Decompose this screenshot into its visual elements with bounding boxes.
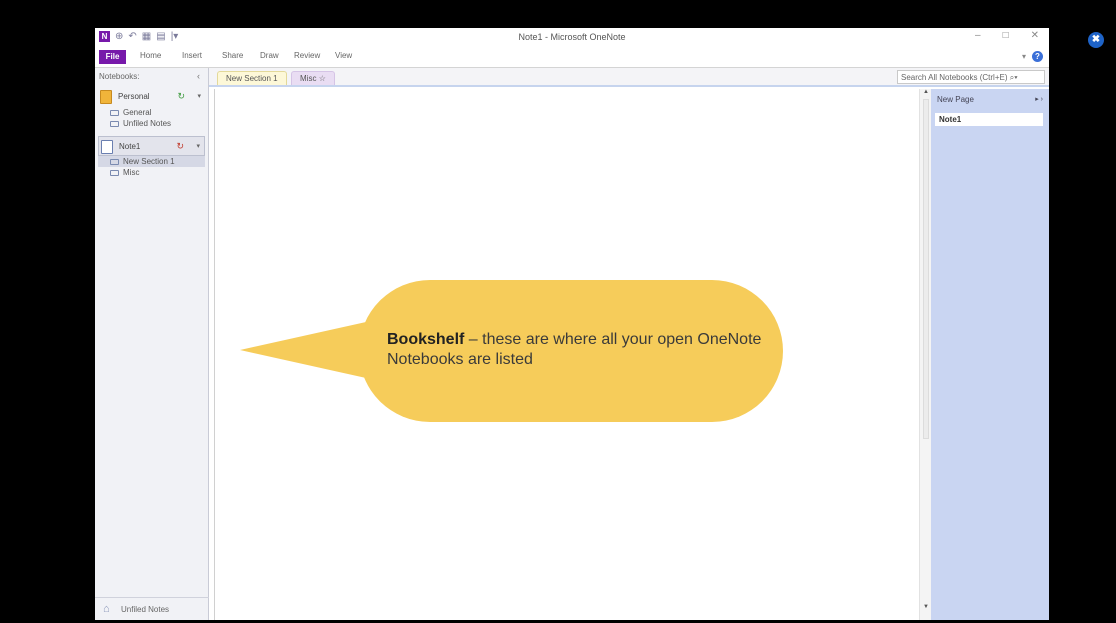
tab-view[interactable]: View bbox=[335, 51, 352, 60]
tab-new-section-1[interactable]: New Section 1 bbox=[217, 71, 287, 85]
section-label: Misc bbox=[123, 168, 140, 177]
section-general[interactable]: General bbox=[98, 107, 205, 118]
minimize-icon[interactable]: – bbox=[975, 30, 981, 41]
section-new-section-1[interactable]: New Section 1 bbox=[98, 156, 205, 167]
section-tab-bar: New Section 1 Misc ☆ Search All Notebook… bbox=[209, 68, 1049, 87]
close-icon[interactable]: ✕ bbox=[1031, 30, 1039, 41]
notebook-personal[interactable]: Personal ↻ ▾ bbox=[98, 87, 205, 107]
notebook-note1[interactable]: Note1 ↻ ▾ bbox=[98, 136, 205, 156]
tab-insert[interactable]: Insert bbox=[182, 51, 202, 60]
sync-status-icon[interactable]: ↻ bbox=[177, 91, 185, 102]
scroll-up-icon[interactable]: ▲ bbox=[923, 89, 929, 95]
title-bar: N ⊕ ↶ ▦ ▤ |▾ Note1 - Microsoft OneNote –… bbox=[95, 28, 1049, 48]
search-input[interactable]: Search All Notebooks (Ctrl+E) ⌕▾ bbox=[897, 70, 1045, 84]
section-icon bbox=[110, 121, 119, 127]
collapse-pane-icon[interactable]: ‹ bbox=[197, 71, 200, 81]
section-label: New Section 1 bbox=[123, 157, 175, 166]
tab-misc-label: Misc bbox=[300, 74, 317, 83]
search-icon[interactable]: ⌕▾ bbox=[1010, 73, 1018, 82]
section-icon bbox=[110, 159, 119, 165]
expand-ribbon-icon[interactable]: ▾ bbox=[1022, 52, 1026, 61]
tab-draw[interactable]: Draw bbox=[260, 51, 279, 60]
tab-share[interactable]: Share bbox=[222, 51, 243, 60]
notebook-icon bbox=[101, 140, 113, 154]
section-label: General bbox=[123, 108, 152, 117]
scroll-thumb[interactable] bbox=[923, 99, 929, 439]
overlay-close-icon[interactable]: ✖ bbox=[1088, 32, 1104, 48]
new-page-button[interactable]: New Page bbox=[937, 95, 974, 104]
screen: N ⊕ ↶ ▦ ▤ |▾ Note1 - Microsoft OneNote –… bbox=[0, 0, 1116, 623]
notebook-pane: Notebooks: ‹ Personal ↻ ▾ General Unfile… bbox=[95, 68, 209, 620]
vertical-scrollbar[interactable]: ▲ ▼ bbox=[919, 89, 931, 620]
unfiled-notes-icon: ⌂ bbox=[103, 603, 110, 615]
search-placeholder: Search All Notebooks (Ctrl+E) bbox=[901, 73, 1008, 82]
help-icon[interactable]: ? bbox=[1032, 51, 1043, 62]
tab-review[interactable]: Review bbox=[294, 51, 320, 60]
add-section-icon[interactable]: ☆ bbox=[319, 74, 326, 83]
callout-text: Bookshelf – these are where all your ope… bbox=[387, 330, 767, 370]
section-icon bbox=[110, 110, 119, 116]
scroll-down-icon[interactable]: ▼ bbox=[923, 604, 929, 610]
chevron-down-icon[interactable]: ▾ bbox=[196, 142, 200, 150]
page-tabs-pane: New Page ▸ › Note1 bbox=[931, 89, 1049, 620]
maximize-icon[interactable]: □ bbox=[1003, 30, 1009, 41]
notebook-icon bbox=[100, 90, 112, 104]
page-item-note1[interactable]: Note1 bbox=[935, 113, 1043, 126]
section-icon bbox=[110, 170, 119, 176]
notebooks-label: Notebooks: bbox=[99, 72, 140, 81]
notebook-pane-header: Notebooks: ‹ bbox=[95, 68, 208, 87]
page-nav-icon[interactable]: ▸ › bbox=[1035, 95, 1043, 103]
section-label: Unfiled Notes bbox=[123, 119, 172, 128]
tab-misc[interactable]: Misc ☆ bbox=[291, 71, 335, 85]
chevron-down-icon[interactable]: ▾ bbox=[197, 92, 201, 100]
unfiled-notes-footer[interactable]: ⌂ Unfiled Notes bbox=[95, 597, 209, 620]
section-misc[interactable]: Misc bbox=[98, 167, 205, 178]
notebook-name: Personal bbox=[118, 92, 150, 101]
ribbon-right-controls: ▾ ? bbox=[1022, 51, 1043, 62]
callout-bold-term: Bookshelf bbox=[387, 331, 465, 348]
window-title: Note1 - Microsoft OneNote bbox=[518, 32, 626, 42]
notebook-name: Note1 bbox=[119, 142, 141, 151]
tab-home[interactable]: Home bbox=[140, 51, 161, 60]
window-controls: – □ ✕ bbox=[975, 30, 1039, 41]
ribbon-tabs: File Home Insert Share Draw Review View … bbox=[95, 48, 1049, 68]
sync-status-icon[interactable]: ↻ bbox=[176, 141, 184, 152]
unfiled-notes-label: Unfiled Notes bbox=[121, 605, 170, 614]
section-unfiled-notes[interactable]: Unfiled Notes bbox=[98, 118, 205, 129]
tab-file[interactable]: File bbox=[99, 50, 126, 64]
